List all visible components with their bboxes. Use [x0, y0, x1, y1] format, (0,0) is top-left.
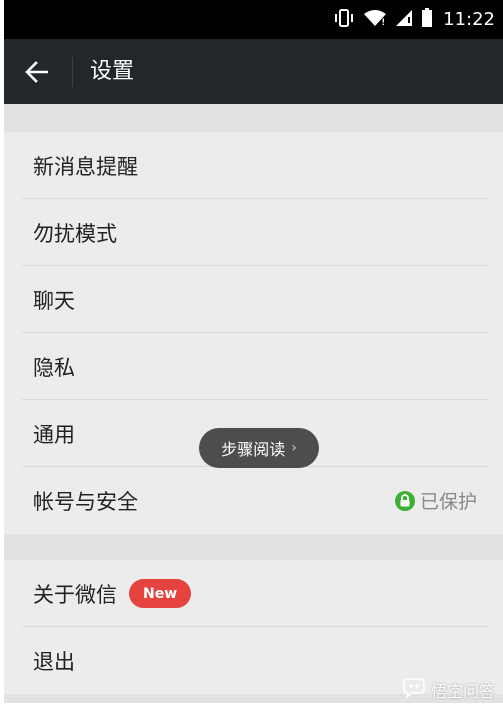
- status-bar: 11:22: [4, 0, 503, 39]
- settings-item-account-security[interactable]: 帐号与安全 已保护: [4, 467, 503, 534]
- wifi-icon: [363, 9, 387, 31]
- new-badge: New: [129, 579, 192, 608]
- battery-icon: [421, 7, 433, 32]
- watermark: 悟空问答: [402, 678, 495, 702]
- vibrate-icon: [333, 8, 355, 31]
- back-button[interactable]: [22, 57, 52, 87]
- app-bar-divider: [72, 57, 73, 87]
- settings-item-label: 帐号与安全: [33, 489, 138, 514]
- bottom-strip: [0, 703, 503, 709]
- settings-item-label: 隐私: [33, 355, 75, 380]
- signal-icon: [395, 9, 413, 31]
- settings-list-main: 新消息提醒 勿扰模式 聊天 隐私 通用 帐号与安全 已保护: [4, 132, 503, 534]
- settings-list-secondary: 关于微信 New 退出: [4, 560, 503, 694]
- settings-item-label: 勿扰模式: [33, 221, 117, 246]
- status-time: 11:22: [443, 9, 495, 30]
- settings-item-label: 聊天: [33, 288, 75, 313]
- watermark-text: 悟空问答: [430, 682, 495, 701]
- settings-item-label: 新消息提醒: [33, 154, 138, 179]
- protection-status: 已保护: [394, 467, 477, 534]
- lock-icon: [394, 490, 415, 511]
- wukong-logo-icon: [402, 678, 426, 702]
- status-icons: 11:22: [333, 0, 495, 39]
- settings-item-label: 通用: [33, 422, 75, 447]
- app-bar: 设置: [4, 39, 503, 104]
- step-reading-button[interactable]: 步骤阅读 ›: [199, 428, 319, 468]
- phone-screen: 11:22 设置 新消息提醒 勿扰模式 聊天 隐私 通用 帐号与安全 已保护 关…: [4, 0, 503, 703]
- settings-item-new-message-alerts[interactable]: 新消息提醒: [4, 132, 503, 199]
- settings-item-do-not-disturb[interactable]: 勿扰模式: [4, 199, 503, 266]
- settings-item-label: 退出: [33, 649, 75, 674]
- chevron-right-icon: ›: [291, 440, 297, 456]
- protection-status-text: 已保护: [419, 491, 477, 513]
- page-title: 设置: [90, 59, 135, 84]
- settings-item-about-wechat[interactable]: 关于微信 New: [4, 560, 503, 627]
- settings-item-privacy[interactable]: 隐私: [4, 333, 503, 400]
- arrow-left-icon: [25, 61, 48, 83]
- step-reading-label: 步骤阅读: [221, 440, 286, 459]
- settings-item-label: 关于微信: [33, 582, 117, 607]
- settings-item-chat[interactable]: 聊天: [4, 266, 503, 333]
